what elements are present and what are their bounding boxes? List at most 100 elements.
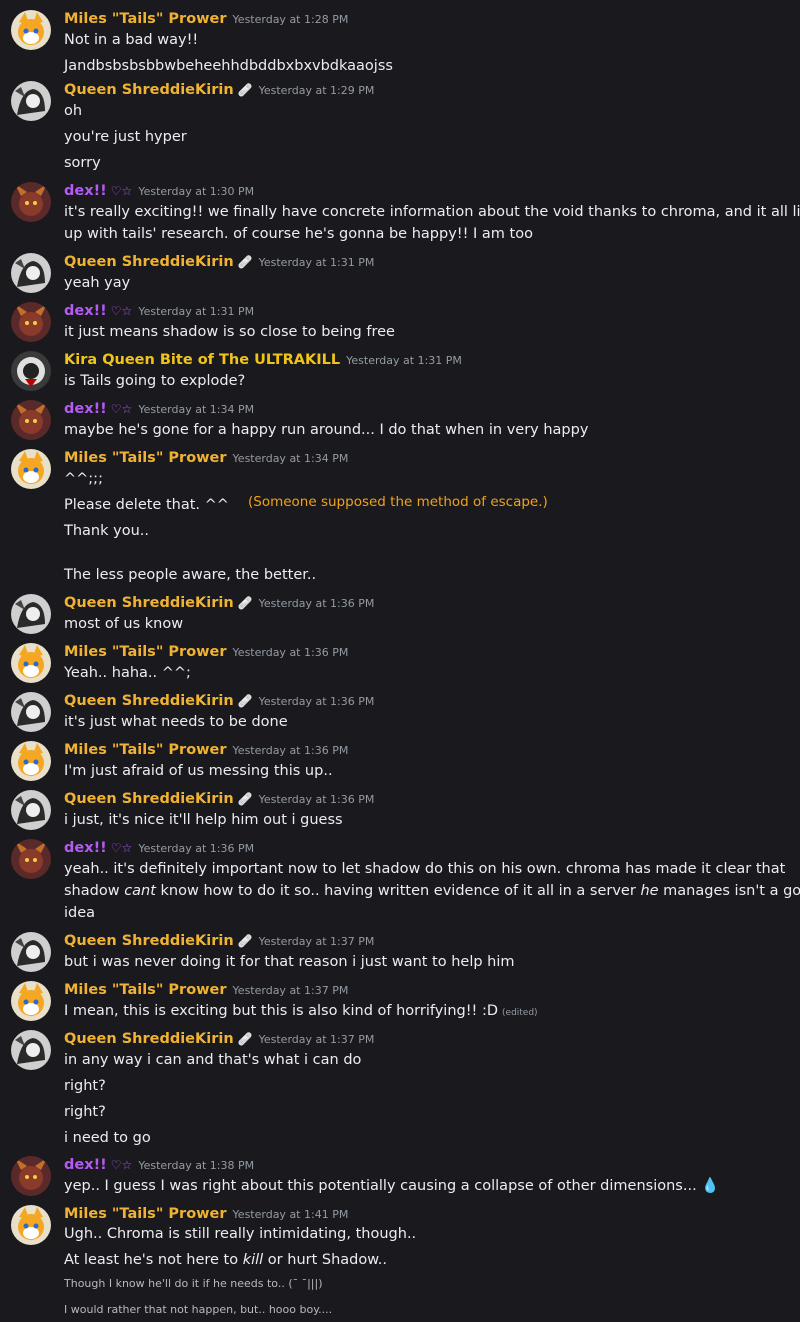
message-line: yep.. I guess I was right about this pot… — [64, 1176, 719, 1196]
heart-star-icon: ♡☆ — [110, 841, 133, 855]
avatar-tails[interactable] — [11, 741, 51, 781]
message-line: The less people aware, the better.. — [64, 567, 317, 583]
avatar-queen[interactable] — [11, 692, 51, 732]
bandage-icon: 🩹 — [237, 255, 253, 269]
message-line: idea — [64, 905, 96, 921]
avatar-queen[interactable] — [11, 790, 51, 830]
avatar-tails[interactable] — [11, 10, 51, 50]
message-line: Jandbsbsbsbbwbeheehhdbddbxbxvbdkaaojss — [64, 58, 393, 74]
emphasis-text: cant — [124, 883, 156, 899]
bandage-icon: 🩹 — [237, 83, 253, 97]
message-line: maybe he's gone for a happy run around..… — [64, 422, 589, 438]
timestamp: Yesterday at 1:29 PM — [258, 84, 375, 97]
author-name[interactable]: dex!! — [64, 183, 107, 199]
avatar-dex[interactable] — [11, 839, 51, 879]
avatar-tails[interactable] — [11, 981, 51, 1021]
message-line: Yeah.. haha.. ^^; — [64, 665, 191, 681]
author-name[interactable]: Kira Queen Bite of The ULTRAKILL — [64, 352, 340, 368]
heart-star-icon: ♡☆ — [110, 402, 133, 416]
author-name[interactable]: Miles "Tails" Prower — [64, 982, 227, 998]
author-name[interactable]: Queen ShreddieKirin — [64, 82, 234, 98]
timestamp: Yesterday at 1:31 PM — [138, 305, 255, 318]
timestamp: Yesterday at 1:36 PM — [258, 695, 375, 708]
timestamp: Yesterday at 1:38 PM — [138, 1159, 255, 1172]
message-line: up with tails' research. of course he's … — [64, 226, 533, 242]
bandage-icon: 🩹 — [237, 1032, 253, 1046]
timestamp: Yesterday at 1:37 PM — [258, 1033, 375, 1046]
timestamp: Yesterday at 1:28 PM — [232, 13, 349, 26]
timestamp: Yesterday at 1:30 PM — [138, 185, 255, 198]
timestamp: Yesterday at 1:36 PM — [138, 842, 255, 855]
author-name[interactable]: Miles "Tails" Prower — [64, 644, 227, 660]
message-line: i just, it's nice it'll help him out i g… — [64, 812, 343, 828]
author-name[interactable]: Miles "Tails" Prower — [64, 450, 227, 466]
timestamp: Yesterday at 1:36 PM — [232, 744, 349, 757]
annotation-note: (Someone supposed the method of escape.) — [248, 494, 548, 510]
timestamp: Yesterday at 1:41 PM — [232, 1208, 349, 1221]
bandage-icon: 🩹 — [237, 934, 253, 948]
avatar-dex[interactable] — [11, 1156, 51, 1196]
bandage-icon: 🩹 — [237, 694, 253, 708]
message-line: oh — [64, 103, 83, 119]
message-line: shadow cant know how to do it so.. havin… — [64, 881, 800, 901]
avatar-queen[interactable] — [11, 932, 51, 972]
author-name[interactable]: dex!! — [64, 840, 107, 856]
timestamp: Yesterday at 1:36 PM — [232, 646, 349, 659]
message-line: yeah.. it's definitely important now to … — [64, 861, 786, 877]
heart-star-icon: ♡☆ — [110, 304, 133, 318]
author-name[interactable]: Miles "Tails" Prower — [64, 1206, 227, 1222]
timestamp: Yesterday at 1:37 PM — [258, 935, 375, 948]
heart-star-icon: ♡☆ — [110, 1158, 133, 1172]
emphasis-text: kill — [242, 1252, 264, 1268]
avatar-dex[interactable] — [11, 400, 51, 440]
author-name[interactable]: Queen ShreddieKirin — [64, 791, 234, 807]
avatar-queen[interactable] — [11, 594, 51, 634]
message-line: At least he's not here to kill or hurt S… — [64, 1250, 387, 1270]
author-name[interactable]: Queen ShreddieKirin — [64, 254, 234, 270]
edited-label: (edited) — [502, 1008, 538, 1018]
timestamp: Yesterday at 1:37 PM — [232, 984, 349, 997]
avatar-tails[interactable] — [11, 643, 51, 683]
text-span: I mean, this is exciting but this is als… — [64, 1003, 499, 1019]
text-span: shadow — [64, 883, 125, 899]
message-line: it's just what needs to be done — [64, 714, 288, 730]
message-line: it's really exciting!! we finally have c… — [64, 204, 800, 220]
message-line: it just means shadow is so close to bein… — [64, 324, 395, 340]
author-name[interactable]: dex!! — [64, 1157, 107, 1173]
avatar-dex[interactable] — [11, 302, 51, 342]
avatar-tails[interactable] — [11, 1205, 51, 1245]
avatar-queen[interactable] — [11, 1030, 51, 1070]
avatar-queen[interactable] — [11, 81, 51, 121]
avatar-queen[interactable] — [11, 253, 51, 293]
text-span: At least he's not here to — [64, 1252, 243, 1268]
avatar-dex[interactable] — [11, 182, 51, 222]
message-line: but i was never doing it for that reason… — [64, 954, 515, 970]
timestamp: Yesterday at 1:31 PM — [258, 256, 375, 269]
author-name[interactable]: Miles "Tails" Prower — [64, 742, 227, 758]
bandage-icon: 🩹 — [237, 792, 253, 806]
author-name[interactable]: Queen ShreddieKirin — [64, 1031, 234, 1047]
text-span: manages isn't a good — [663, 883, 800, 899]
message-line: right? — [64, 1104, 106, 1120]
avatar-kira[interactable] — [11, 351, 51, 391]
emphasis-text: he — [640, 883, 659, 899]
author-name[interactable]: Queen ShreddieKirin — [64, 933, 234, 949]
message-line: ^^;;; — [64, 471, 103, 487]
author-name[interactable]: Queen ShreddieKirin — [64, 693, 234, 709]
bandage-icon: 🩹 — [237, 596, 253, 610]
author-name[interactable]: dex!! — [64, 303, 107, 319]
message-line: sorry — [64, 155, 101, 171]
message-line: Thank you.. — [64, 523, 149, 539]
text-span: yep.. I guess I was right about this pot… — [64, 1178, 702, 1194]
message-line: yeah yay — [64, 275, 131, 291]
message-line: in any way i can and that's what i can d… — [64, 1052, 362, 1068]
message-line: Ugh.. Chroma is still really intimidatin… — [64, 1226, 417, 1242]
author-name[interactable]: Queen ShreddieKirin — [64, 595, 234, 611]
text-span: or hurt Shadow.. — [263, 1252, 387, 1268]
subtext-line: I would rather that not happen, but.. ho… — [64, 1303, 333, 1316]
author-name[interactable]: dex!! — [64, 401, 107, 417]
avatar-tails[interactable] — [11, 449, 51, 489]
message-line: Not in a bad way!! — [64, 32, 199, 48]
author-name[interactable]: Miles "Tails" Prower — [64, 11, 227, 27]
droplet-icon: 💧 — [701, 1178, 720, 1194]
